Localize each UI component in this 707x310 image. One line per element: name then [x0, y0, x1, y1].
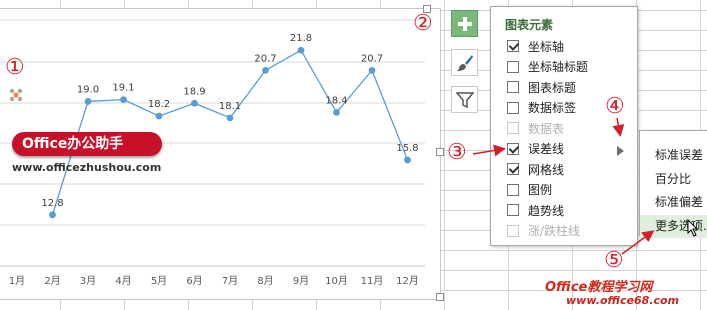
chart-element-option[interactable]: 误差线 — [507, 139, 564, 159]
x-tick-label: 7月 — [222, 275, 238, 287]
marker-4: ④ — [605, 94, 625, 119]
chart-element-option[interactable]: 坐标轴标题 — [507, 57, 588, 77]
marker-2: ② — [413, 11, 433, 36]
error-bar-selection-icon[interactable] — [9, 88, 23, 102]
data-label: 12.8 — [41, 198, 63, 209]
data-point[interactable] — [262, 66, 269, 74]
option-label: 网格线 — [528, 162, 565, 177]
data-point[interactable] — [120, 96, 127, 103]
checkbox[interactable] — [507, 183, 519, 196]
data-point[interactable] — [333, 109, 340, 116]
x-tick-label: 5月 — [151, 275, 167, 287]
data-label: 20.7 — [361, 53, 383, 64]
x-tick-label: 12月 — [396, 275, 419, 287]
chart-element-option[interactable]: 趋势线 — [507, 200, 564, 220]
chart-styles-button[interactable] — [451, 49, 478, 76]
checkbox[interactable] — [507, 81, 519, 93]
watermark-url: www.office68.com — [566, 294, 680, 307]
data-point[interactable] — [84, 98, 92, 105]
brush-icon — [456, 54, 473, 71]
data-point[interactable] — [404, 156, 411, 164]
data-label: 18.2 — [148, 99, 170, 110]
panel-title: 图表元素 — [505, 18, 554, 32]
chart-element-option[interactable]: 图表标题 — [507, 77, 576, 97]
x-tick-label: 11月 — [361, 275, 384, 287]
data-label: 18.4 — [325, 95, 347, 106]
option-label: 坐标轴 — [528, 39, 565, 54]
mouse-cursor-icon — [687, 219, 699, 237]
brand-url: www.officezhushou.com — [12, 161, 162, 174]
data-label: 20.7 — [254, 53, 276, 64]
x-tick-label: 10月 — [325, 275, 348, 287]
plus-icon — [457, 16, 472, 31]
chart-element-option: 数据表 — [507, 118, 564, 138]
option-label: 数据表 — [528, 121, 565, 136]
chart-resize-handle[interactable] — [436, 293, 444, 301]
submenu-arrow-icon[interactable] — [617, 146, 625, 156]
data-label: 19.0 — [77, 84, 99, 95]
chart-elements-button[interactable] — [451, 10, 478, 37]
submenu-item-percentage[interactable]: 百分比 — [640, 168, 707, 190]
x-tick-label: 8月 — [257, 275, 273, 287]
data-point[interactable] — [191, 99, 198, 107]
x-tick-label: 3月 — [80, 275, 96, 287]
option-label: 坐标轴标题 — [528, 60, 589, 74]
checkbox[interactable] — [507, 204, 519, 216]
marker-1: ① — [5, 55, 25, 80]
checkbox[interactable] — [507, 163, 519, 175]
option-label: 趋势线 — [528, 203, 565, 218]
data-point[interactable] — [155, 112, 163, 120]
marker-5: ⑤ — [604, 248, 624, 273]
checkbox — [507, 122, 519, 134]
submenu-item-standard-deviation[interactable]: 标准偏差 — [640, 191, 707, 213]
x-tick-label: 4月 — [115, 275, 131, 287]
submenu-item-standard-error[interactable]: 标准误差 — [640, 144, 707, 166]
checkbox[interactable] — [507, 40, 519, 52]
data-point[interactable] — [226, 114, 234, 122]
checkbox[interactable] — [507, 101, 519, 114]
data-label: 15.8 — [396, 143, 418, 154]
marker-3: ③ — [447, 140, 467, 165]
chart-element-option[interactable]: 坐标轴 — [507, 36, 564, 56]
checkbox[interactable] — [507, 60, 519, 73]
chart-element-option[interactable]: 网格线 — [507, 159, 564, 179]
x-tick-label: 9月 — [293, 275, 309, 287]
data-point[interactable] — [49, 211, 56, 219]
x-tick-label: 1月 — [9, 275, 25, 287]
chart-elements-panel: 图表元素 坐标轴坐标轴标题图表标题数据标签数据表误差线网格线图例趋势线涨/跌柱线 — [490, 6, 638, 246]
data-label: 18.1 — [219, 101, 241, 112]
chart-resize-handle[interactable] — [436, 148, 444, 156]
option-label: 误差线 — [528, 142, 565, 156]
checkbox[interactable] — [507, 142, 519, 155]
data-label: 18.9 — [183, 86, 205, 97]
chart-filters-button[interactable] — [451, 86, 478, 113]
chart-element-option[interactable]: 数据标签 — [507, 98, 576, 118]
watermark: Office教程学习网 — [545, 280, 653, 295]
brand-logo: Office办公助手 — [12, 132, 162, 156]
option-label: 图例 — [528, 183, 553, 197]
funnel-icon — [455, 91, 474, 108]
x-tick-label: 6月 — [186, 275, 202, 287]
data-point[interactable] — [368, 66, 376, 74]
data-point[interactable] — [297, 46, 305, 54]
chart-element-option: 涨/跌柱线 — [507, 221, 580, 241]
x-tick-label: 2月 — [44, 275, 60, 287]
option-label: 图表标题 — [528, 80, 577, 95]
data-label: 21.8 — [290, 33, 312, 44]
chart-element-option[interactable]: 图例 — [507, 180, 552, 200]
checkbox — [507, 224, 519, 237]
option-label: 数据标签 — [528, 101, 577, 115]
data-label: 19.1 — [112, 83, 134, 94]
option-label: 涨/跌柱线 — [528, 224, 581, 238]
